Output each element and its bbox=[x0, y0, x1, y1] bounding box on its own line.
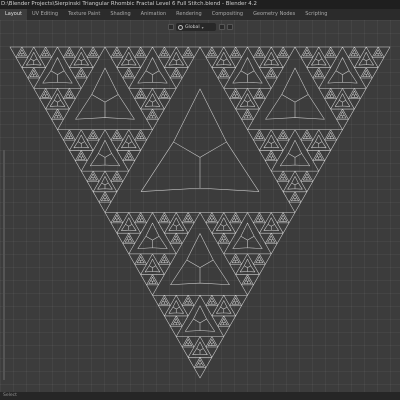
fractal-mesh bbox=[9, 46, 391, 379]
status-text: Select bbox=[3, 393, 17, 398]
fractal-edges bbox=[9, 46, 391, 379]
blender-window: D:\Blender Projects\Sierpinski Triangula… bbox=[0, 0, 400, 400]
status-bar: Select bbox=[0, 392, 400, 400]
